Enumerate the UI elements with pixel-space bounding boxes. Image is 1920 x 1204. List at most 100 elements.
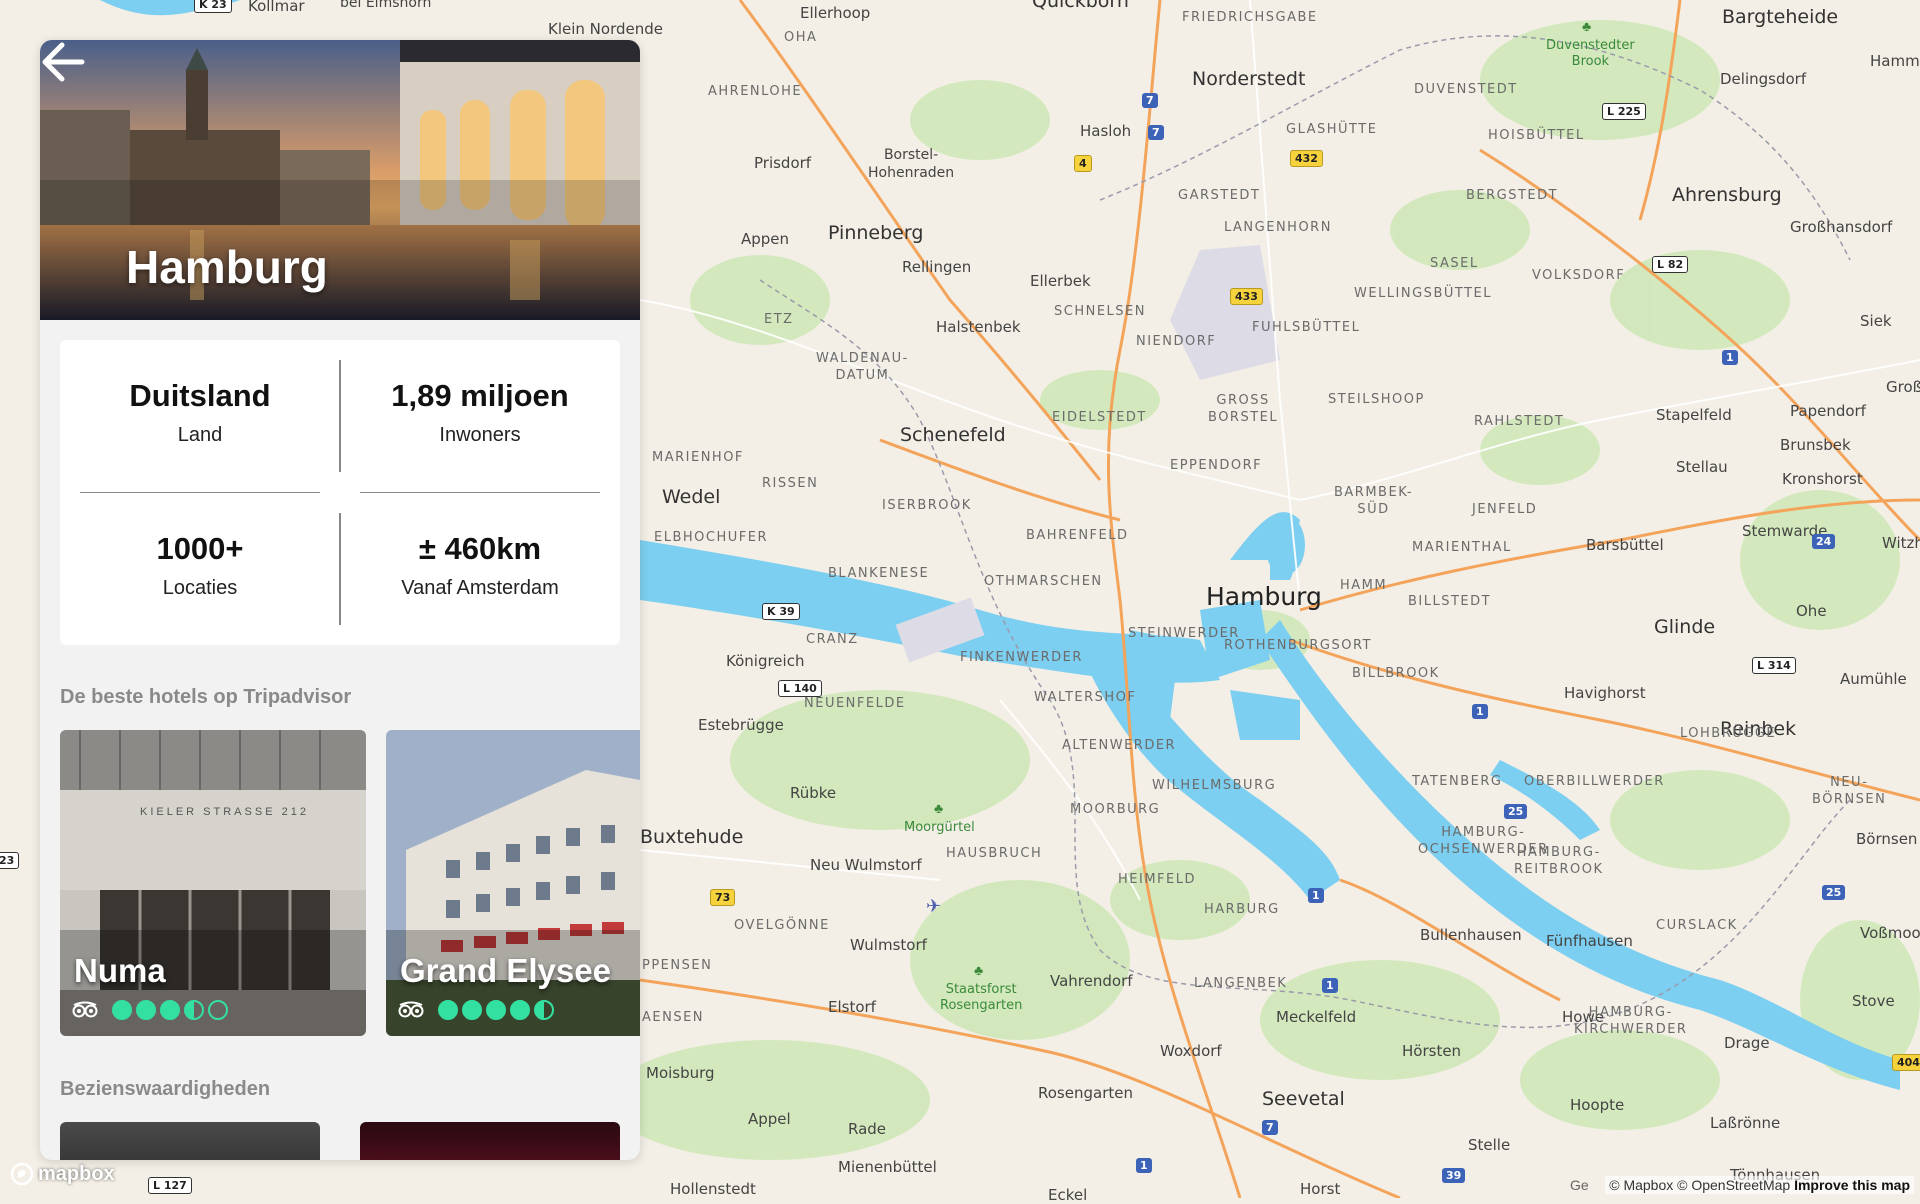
map-label-district: WELLINGSBÜTTEL <box>1354 286 1492 301</box>
map-label-town: Woxdorf <box>1160 1042 1222 1060</box>
road-shield: 1 <box>1322 978 1338 993</box>
road-shield: 25 <box>1822 885 1846 900</box>
map-label-district: EPPENDORF <box>1170 458 1263 473</box>
map-label-town: Barsbüttel <box>1586 536 1664 554</box>
road-shield: 1 <box>1472 704 1488 719</box>
map-label-town: Hammoor <box>1870 52 1920 70</box>
sight-card[interactable] <box>60 1122 320 1160</box>
back-arrow-icon[interactable] <box>40 40 86 84</box>
divider <box>339 513 341 625</box>
map-label-district: AHRENLOHE <box>708 84 803 99</box>
tripadvisor-owl-icon <box>398 1001 424 1018</box>
map-label-town: Wedel <box>662 486 721 508</box>
map-label-district: WALDENAU- DATUM <box>816 351 909 383</box>
map-label-town: Borstel- Hohenraden <box>868 147 955 181</box>
map-label-district: NIENDORF <box>1136 334 1217 349</box>
map-label-district: RAHLSTEDT <box>1474 414 1565 429</box>
map-label-town: Aumühle <box>1840 670 1907 688</box>
map-label-district: EIDELSTEDT <box>1052 410 1147 425</box>
hotel-photo <box>386 730 640 1036</box>
map-label-town: Rosengarten <box>1038 1084 1133 1102</box>
map-label-town: Norderstedt <box>1192 68 1306 90</box>
map-label-district: HOISBÜTTEL <box>1488 128 1585 143</box>
road-shield: 4 <box>1074 155 1092 172</box>
map-label-district: HAMBURG- REITBROOK <box>1514 845 1604 877</box>
stat-label: Inwoners <box>439 424 521 446</box>
road-shield: L 314 <box>1752 657 1796 674</box>
tripadvisor-owl-icon <box>72 1001 98 1018</box>
road-shield: 433 <box>1230 288 1263 305</box>
divider <box>360 492 600 493</box>
map-label-district: LANGENHORN <box>1224 220 1332 235</box>
map-label-town: Quickborn <box>1032 0 1129 12</box>
map-label-district: CRANZ <box>806 632 859 647</box>
hotel-card[interactable]: Grand Elysee <box>386 730 640 1036</box>
city-title: Hamburg <box>126 241 328 293</box>
road-shield: 7 <box>1142 93 1158 108</box>
map-label-district: OHA <box>784 30 818 45</box>
map-label-town: Witzh <box>1882 534 1920 552</box>
map-label-district: STEILSHOOP <box>1328 392 1425 407</box>
map-label-district: PPENSEN <box>642 958 713 973</box>
stat-value: Duitsland <box>129 378 271 413</box>
road-shield: 73 <box>710 889 736 906</box>
map-label-district: DUVENSTEDT <box>1414 82 1518 97</box>
map-label-district: GLASHÜTTE <box>1286 122 1378 137</box>
map-label-town: Ohe <box>1796 602 1827 620</box>
map-label-district: FINKENWERDER <box>960 650 1083 665</box>
map-label-district: NEU- BÖRNSEN <box>1812 775 1887 807</box>
map-label-town: Papendorf <box>1790 402 1866 420</box>
map-label-district: OBERBILLWERDER <box>1524 774 1665 789</box>
map-label-district: BILLBROOK <box>1352 666 1440 681</box>
road-shield: 1 <box>1308 888 1324 903</box>
road-shield: 23 <box>0 852 20 869</box>
map-label-town: Meckelfeld <box>1276 1008 1357 1026</box>
map-label-district: LANGENBEK <box>1194 976 1288 991</box>
map-attribution: © Mapbox © OpenStreetMap Improve this ma… <box>1605 1176 1914 1194</box>
improve-map-link[interactable]: Improve this map <box>1794 1177 1910 1193</box>
stat-distance: ± 460km Vanaf Amsterdam <box>360 531 600 600</box>
sight-card[interactable] <box>360 1122 620 1160</box>
map-label-town: Klein Nordende <box>548 20 663 38</box>
road-shield: L 82 <box>1652 256 1689 273</box>
map-label-town: Börnsen <box>1856 830 1918 848</box>
city-stats-card: Duitsland Land 1,89 miljoen Inwoners 100… <box>60 340 620 645</box>
map-label-district: MARIENHOF <box>652 450 744 465</box>
hotel-name: Grand Elysee <box>400 952 611 989</box>
mapbox-logo[interactable]: mapbox <box>10 1162 115 1186</box>
map-label-district: ISERBROOK <box>882 498 972 513</box>
map-label-town: Delingsdorf <box>1720 70 1807 88</box>
road-shield: 1 <box>1136 1158 1152 1173</box>
stat-value: 1,89 miljoen <box>391 378 569 413</box>
attribution-text[interactable]: © Mapbox © OpenStreetMap <box>1609 1177 1790 1193</box>
map-label-district: HARBURG <box>1204 902 1280 917</box>
map-label-town: Horst <box>1300 1180 1341 1198</box>
map-label-district: SCHNELSEN <box>1054 304 1146 319</box>
map-label-town: Stellau <box>1676 458 1728 476</box>
stat-label: Vanaf Amsterdam <box>401 577 559 599</box>
hotel-card[interactable]: KIELER STRASSE 212 Numa <box>60 730 366 1036</box>
map-label-town: Vahrendorf <box>1050 972 1133 990</box>
stat-value: 1000+ <box>156 531 244 566</box>
map-label-town: bei Elmshorn <box>340 0 432 11</box>
rating-bubble <box>438 1000 458 1020</box>
map-label-district: ROTHENBURGSORT <box>1224 638 1372 653</box>
map-label-town: Siek <box>1860 312 1892 330</box>
hotel-sign-text: KIELER STRASSE 212 <box>140 806 309 818</box>
map-label-town: Bullenhausen <box>1420 926 1522 944</box>
map-label-town: Prisdorf <box>754 154 812 172</box>
road-shield: K 39 <box>762 603 800 620</box>
map-label-town: Rade <box>848 1120 887 1138</box>
map-label-town: Rellingen <box>902 258 972 276</box>
stat-locations: 1000+ Locaties <box>80 531 320 600</box>
map-label-district: AENSEN <box>642 1010 705 1025</box>
map-label-town: Hasloh <box>1080 122 1132 140</box>
park-icon: ♣ <box>1582 18 1592 34</box>
stat-label: Locaties <box>162 577 238 599</box>
map-label-town: Hollenstedt <box>670 1180 756 1198</box>
map-label-district: NEUENFELDE <box>804 696 906 711</box>
rating-bubble <box>486 1000 506 1020</box>
map-label-town: Pinneberg <box>828 222 924 244</box>
map-label-district: FUHLSBÜTTEL <box>1252 320 1361 335</box>
map-label-district: RISSEN <box>762 476 819 491</box>
